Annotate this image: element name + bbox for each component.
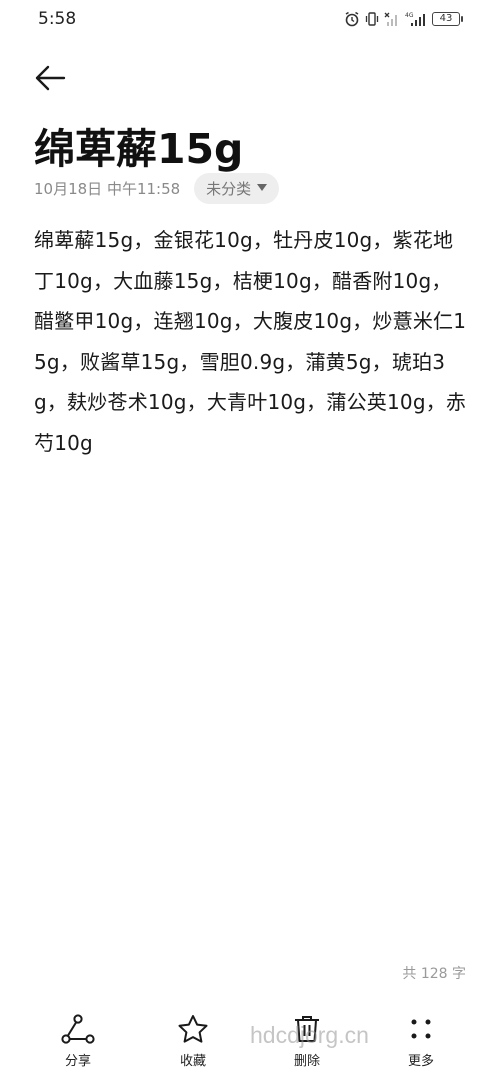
share-label: 分享 <box>64 1054 91 1069</box>
trash-icon <box>295 1016 319 1042</box>
note-date: 10月18日 中午11:58 <box>34 179 181 198</box>
bottom-toolbar: 分享 收藏 删除 更多 <box>0 1012 500 1073</box>
signal-no-service-icon <box>384 12 397 26</box>
battery-indicator: 43 <box>432 12 463 26</box>
delete-label: 删除 <box>293 1054 320 1069</box>
favorite-button[interactable]: 收藏 <box>153 1012 233 1073</box>
note-meta: 10月18日 中午11:58 未分类 <box>34 172 280 204</box>
share-button[interactable]: 分享 <box>38 1012 118 1073</box>
vibrate-icon <box>365 12 379 26</box>
delete-button[interactable]: 删除 <box>267 1012 347 1073</box>
back-button[interactable] <box>30 58 70 98</box>
share-icon <box>61 1014 95 1044</box>
category-label: 未分类 <box>206 179 252 198</box>
caret-down-icon <box>257 184 268 191</box>
more-label: 更多 <box>407 1054 434 1069</box>
status-time: 5:58 <box>38 9 77 29</box>
arrow-left-icon <box>35 65 66 91</box>
more-dots-icon <box>411 1019 431 1039</box>
note-body[interactable]: 绵萆薢15g，金银花10g，牡丹皮10g，紫花地丁10g，大血藤15g，桔梗10… <box>34 220 470 463</box>
favorite-label: 收藏 <box>179 1054 206 1069</box>
alarm-icon <box>345 11 359 27</box>
category-dropdown[interactable]: 未分类 <box>194 172 280 204</box>
word-count: 共 128 字 <box>402 966 466 982</box>
svg-text:4G: 4G <box>405 12 414 19</box>
star-icon <box>178 1015 208 1043</box>
note-title[interactable]: 绵萆薢15g <box>34 115 243 175</box>
status-bar: 5:58 4G 43 <box>0 0 500 38</box>
status-icons: 4G 43 <box>344 10 463 28</box>
signal-4g-icon: 4G <box>405 12 425 26</box>
more-button[interactable]: 更多 <box>381 1012 461 1073</box>
